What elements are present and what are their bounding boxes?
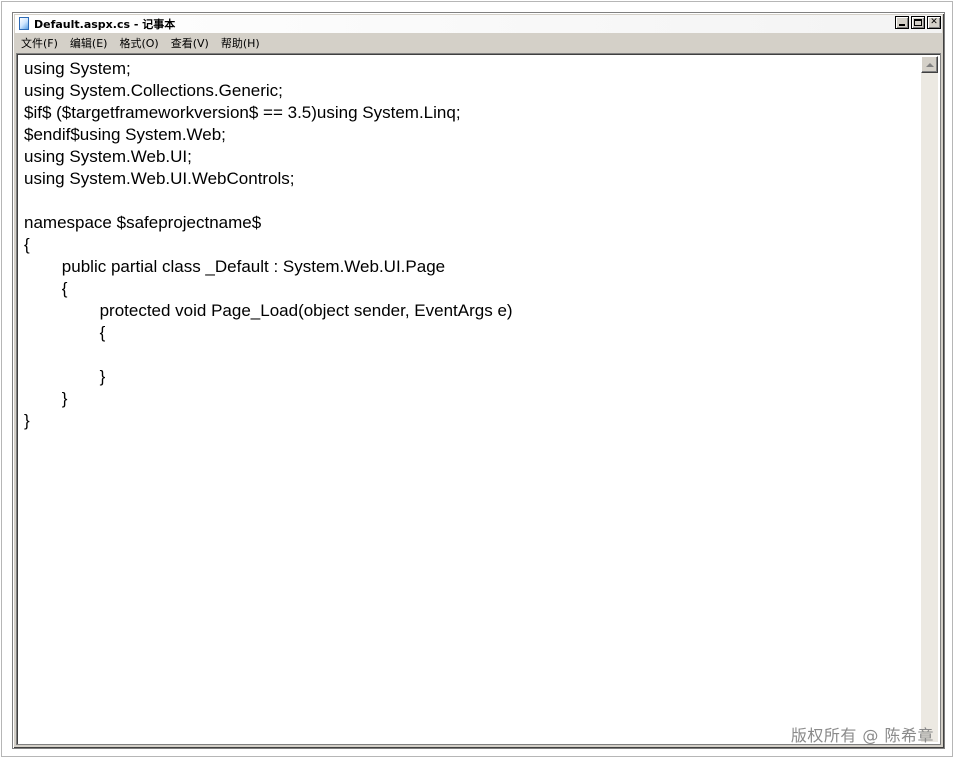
vertical-scrollbar[interactable]	[921, 56, 938, 742]
window-title: Default.aspx.cs - 记事本	[34, 18, 176, 31]
notepad-icon[interactable]	[18, 17, 30, 31]
maximize-icon[interactable]	[911, 16, 925, 29]
text-area[interactable]: using System; using System.Collections.G…	[19, 56, 920, 742]
notepad-window: Default.aspx.cs - 记事本 ✕ 文件(F) 编辑(E) 格式(O…	[12, 12, 945, 749]
document-content[interactable]: using System; using System.Collections.G…	[19, 56, 920, 432]
menu-edit[interactable]: 编辑(E)	[64, 35, 114, 51]
copyright-watermark: 版权所有 @ 陈希章	[790, 726, 934, 745]
menu-help[interactable]: 帮助(H)	[215, 35, 266, 51]
scroll-up-arrow-icon[interactable]	[921, 56, 938, 73]
menu-format[interactable]: 格式(O)	[113, 35, 164, 51]
menu-bar: 文件(F) 编辑(E) 格式(O) 查看(V) 帮助(H)	[15, 33, 942, 52]
text-editor[interactable]: using System; using System.Collections.G…	[16, 53, 941, 745]
minimize-icon[interactable]	[895, 16, 909, 29]
menu-view[interactable]: 查看(V)	[165, 35, 215, 51]
screenshot-frame: Default.aspx.cs - 记事本 ✕ 文件(F) 编辑(E) 格式(O…	[1, 1, 953, 757]
close-icon[interactable]: ✕	[927, 16, 941, 29]
menu-file[interactable]: 文件(F)	[15, 35, 64, 51]
title-bar[interactable]: Default.aspx.cs - 记事本 ✕	[15, 15, 942, 33]
window-controls: ✕	[895, 16, 941, 29]
